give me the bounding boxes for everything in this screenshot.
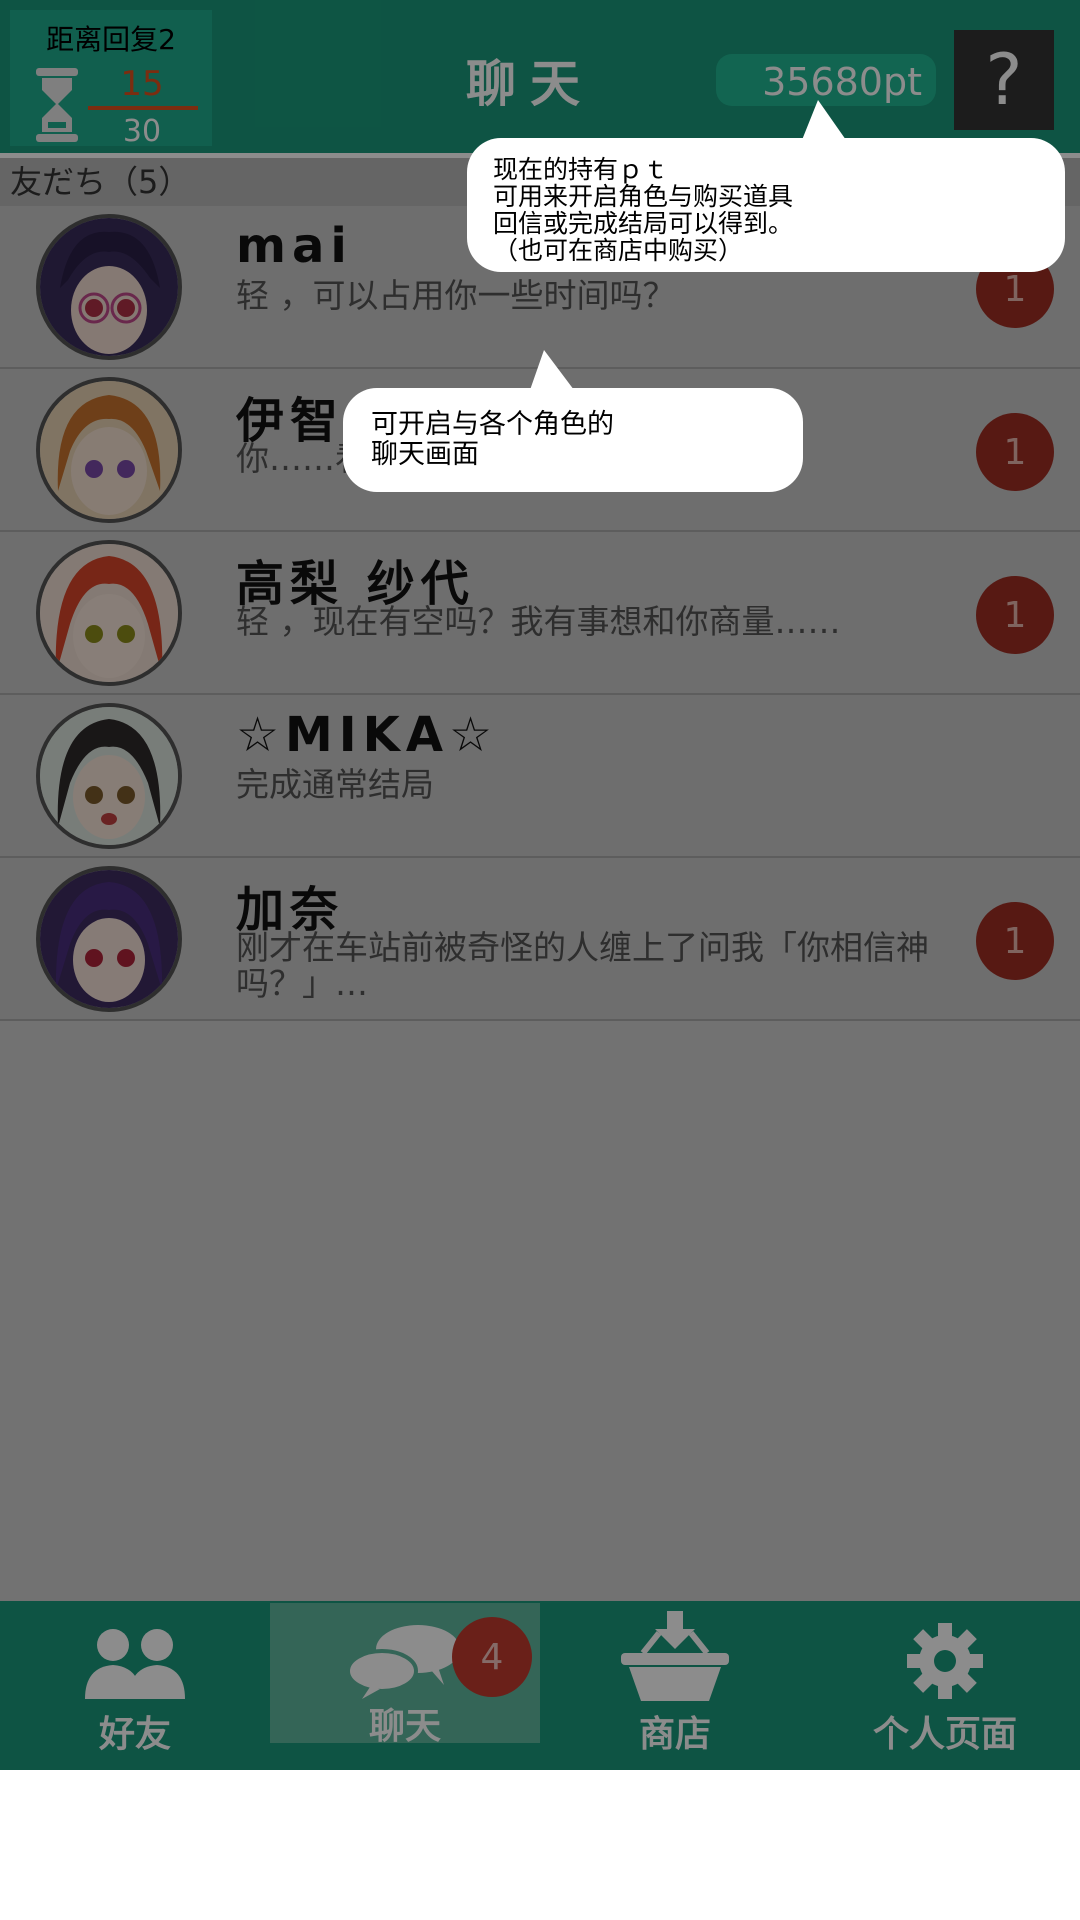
avatar-image <box>40 544 178 682</box>
avatar <box>36 214 182 360</box>
timer-label: 距离回复2 <box>46 23 176 56</box>
message-preview: 刚才在车站前被奇怪的人缠上了问我「你相信神吗？」… <box>236 928 929 1003</box>
tooltip-line: 可用来开启角色与购买道具 <box>493 182 794 211</box>
empty-list-area <box>0 1021 1080 1601</box>
chat-list: mai 轻 ，可以占用你一些时间吗？ 1 伊智 你……看 情请一定保密…(´ω`… <box>0 206 1080 1021</box>
message-preview: 完成通常结局 <box>236 765 434 804</box>
avatar-image <box>40 381 178 519</box>
points-value: 35680pt <box>762 60 922 104</box>
tab-shop[interactable]: 商店 <box>540 1601 810 1770</box>
points-tooltip-tail <box>802 100 846 140</box>
avatar <box>36 377 182 523</box>
chat-row[interactable]: 高梨 纱代 轻 ，现在有空吗？我有事想和你商量…… 1 <box>0 532 1080 695</box>
contact-name: mai <box>236 218 353 274</box>
tooltip-line: 可开启与各个角色的 <box>371 409 614 440</box>
shopping-basket-icon <box>621 1611 729 1701</box>
page-title: 聊天 <box>466 55 594 113</box>
chat-tooltip-tail <box>530 350 574 390</box>
avatar-image <box>40 707 178 845</box>
points-display[interactable]: 35680pt <box>716 54 936 106</box>
tab-label: 聊天 <box>368 1706 441 1747</box>
chat-bubble-icon <box>346 1625 460 1699</box>
bottom-tab-bar: 好友 聊天 商店 个人页面 4 <box>0 1601 1080 1770</box>
unread-badge: 1 <box>976 413 1054 491</box>
avatar <box>36 540 182 686</box>
timer-max: 30 <box>122 114 162 149</box>
avatar <box>36 703 182 849</box>
tooltip-line: 回信或完成结局可以得到。 <box>493 209 794 238</box>
avatar-image <box>40 870 178 1008</box>
chat-tooltip: 可开启与各个角色的 聊天画面 <box>343 388 803 492</box>
message-preview: 轻 ，可以占用你一些时间吗？ <box>236 276 676 315</box>
message-preview: 轻 ，现在有空吗？我有事想和你商量…… <box>236 602 841 641</box>
gear-icon <box>907 1623 983 1699</box>
tab-label: 好友 <box>98 1714 171 1755</box>
avatar-image <box>40 218 178 356</box>
avatar <box>36 866 182 1012</box>
contact-name: ☆MIKA☆ <box>236 707 499 763</box>
friends-icon <box>85 1629 185 1699</box>
tab-label: 个人页面 <box>872 1714 1017 1755</box>
tooltip-line: （也可在商店中购买） <box>493 236 744 265</box>
tooltip-line: 现在的持有ｐｔ <box>493 155 669 184</box>
chat-row[interactable]: 加奈 刚才在车站前被奇怪的人缠上了问我「你相信神吗？」… 1 <box>0 858 1080 1021</box>
tab-profile[interactable]: 个人页面 <box>810 1601 1080 1770</box>
tab-label: 商店 <box>638 1714 711 1755</box>
tooltip-line: 聊天画面 <box>371 439 479 470</box>
points-tooltip: 现在的持有ｐｔ 可用来开启角色与购买道具 回信或完成结局可以得到。 （也可在商店… <box>467 138 1065 272</box>
recovery-timer: 距离回复2 15 30 <box>10 10 212 149</box>
header-bar: 距离回复2 15 30 聊天 35680pt ? <box>0 0 1080 153</box>
chat-row[interactable]: ☆MIKA☆ 完成通常结局 <box>0 695 1080 858</box>
timer-divider <box>88 106 198 110</box>
unread-badge: 1 <box>976 902 1054 980</box>
chat-unread-badge: 4 <box>452 1617 532 1697</box>
hourglass-icon <box>36 68 78 142</box>
help-button[interactable]: ? <box>954 30 1054 130</box>
unread-badge: 1 <box>976 576 1054 654</box>
timer-current: 15 <box>120 64 164 104</box>
tab-friends[interactable]: 好友 <box>0 1601 270 1770</box>
